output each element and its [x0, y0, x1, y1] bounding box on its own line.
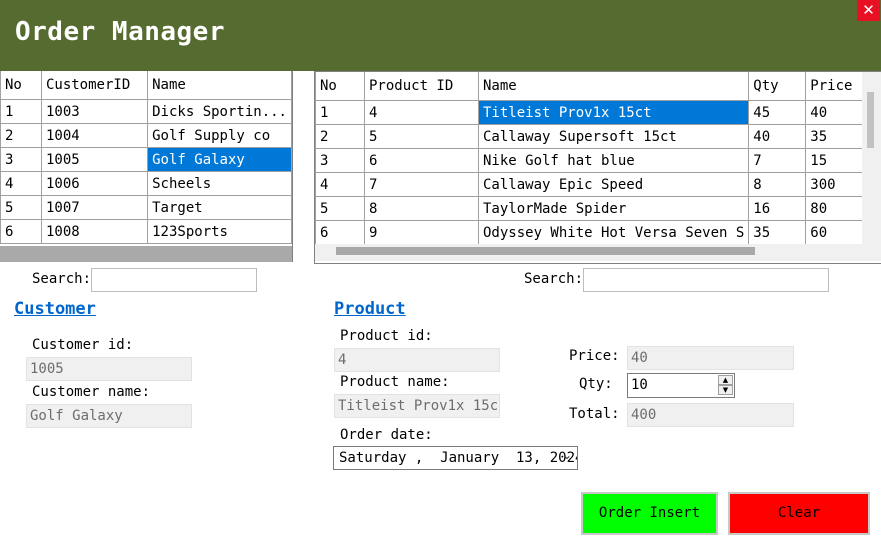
- customer-section-title[interactable]: Customer: [14, 299, 96, 319]
- cell-name[interactable]: Scheels: [147, 171, 292, 196]
- customer-grid-header: No CustomerID Name: [0, 71, 292, 100]
- cell-product-id[interactable]: 4: [364, 100, 479, 125]
- customer-id-label: Customer id:: [32, 337, 134, 353]
- table-row[interactable]: 4 1006 Scheels: [0, 171, 292, 196]
- product-name-field[interactable]: Titleist Prov1x 15ct: [334, 394, 500, 418]
- cell-customer-id[interactable]: 1003: [40, 99, 149, 124]
- table-row[interactable]: 6 1008 123Sports: [0, 219, 292, 244]
- cell-no[interactable]: 4: [0, 171, 42, 196]
- cell-no[interactable]: 4: [315, 172, 365, 197]
- cell-name-selected[interactable]: Golf Galaxy: [147, 147, 292, 172]
- cell-customer-id[interactable]: 1006: [40, 171, 149, 196]
- product-id-field[interactable]: 4: [334, 348, 500, 372]
- cell-product-id[interactable]: 8: [364, 196, 479, 221]
- qty-spin-buttons[interactable]: ▲ ▼: [718, 375, 733, 396]
- product-grid[interactable]: No Product ID Name Qty Price 1 4 Titleis…: [314, 71, 881, 264]
- customer-id-field[interactable]: 1005: [26, 357, 192, 381]
- table-row[interactable]: 2 5 Callaway Supersoft 15ct 40 35: [315, 124, 877, 149]
- product-grid-header: No Product ID Name Qty Price: [315, 72, 877, 101]
- cell-name[interactable]: Nike Golf hat blue: [477, 148, 750, 173]
- table-row[interactable]: 6 9 Odyssey White Hot Versa Seven S 35 6…: [315, 220, 877, 245]
- product-search-label: Search:: [524, 271, 584, 287]
- cell-no[interactable]: 2: [0, 123, 42, 148]
- column-header-product-id[interactable]: Product ID: [364, 72, 479, 101]
- cell-customer-id[interactable]: 1005: [40, 147, 149, 172]
- column-header-qty[interactable]: Qty: [748, 72, 807, 101]
- table-row[interactable]: 5 1007 Target: [0, 195, 292, 220]
- cell-no[interactable]: 3: [0, 147, 42, 172]
- cell-product-id[interactable]: 5: [364, 124, 479, 149]
- cell-qty[interactable]: 35: [748, 220, 807, 245]
- clear-button[interactable]: Clear: [728, 492, 870, 535]
- cell-no[interactable]: 6: [315, 220, 365, 245]
- cell-no[interactable]: 2: [315, 124, 365, 149]
- total-field[interactable]: 400: [627, 403, 794, 427]
- order-insert-button[interactable]: Order Insert: [581, 492, 718, 535]
- column-header-name[interactable]: Name: [147, 71, 292, 100]
- chevron-down-icon[interactable]: ⌄: [562, 448, 572, 462]
- table-row[interactable]: 3 6 Nike Golf hat blue 7 15: [315, 148, 877, 173]
- product-id-label: Product id:: [340, 328, 433, 344]
- cell-name[interactable]: 123Sports: [147, 219, 292, 244]
- price-field[interactable]: 40: [627, 346, 794, 370]
- cell-customer-id[interactable]: 1007: [40, 195, 149, 220]
- cell-no[interactable]: 1: [315, 100, 365, 125]
- cell-no[interactable]: 5: [0, 195, 42, 220]
- cell-name[interactable]: Golf Supply co: [147, 123, 292, 148]
- cell-no[interactable]: 6: [0, 219, 42, 244]
- cell-qty[interactable]: 45: [748, 100, 807, 125]
- cell-product-id[interactable]: 9: [364, 220, 479, 245]
- cell-name[interactable]: Odyssey White Hot Versa Seven S: [477, 220, 750, 245]
- cell-qty[interactable]: 7: [748, 148, 807, 173]
- spin-down-icon[interactable]: ▼: [718, 385, 733, 395]
- table-row[interactable]: 3 1005 Golf Galaxy: [0, 147, 292, 172]
- table-row[interactable]: 2 1004 Golf Supply co: [0, 123, 292, 148]
- customer-search-input[interactable]: [91, 268, 257, 292]
- column-header-name[interactable]: Name: [477, 72, 750, 101]
- product-search-input[interactable]: [583, 268, 829, 292]
- cell-qty[interactable]: 16: [748, 196, 807, 221]
- cell-name[interactable]: Dicks Sportin...: [147, 99, 292, 124]
- cell-name[interactable]: Callaway Supersoft 15ct: [477, 124, 750, 149]
- cell-qty[interactable]: 8: [748, 172, 807, 197]
- product-section-title[interactable]: Product: [334, 299, 406, 319]
- cell-name-selected[interactable]: Titleist Prov1x 15ct: [477, 100, 750, 125]
- cell-name[interactable]: Callaway Epic Speed: [477, 172, 750, 197]
- close-button[interactable]: ✕: [857, 0, 880, 21]
- cell-product-id[interactable]: 7: [364, 172, 479, 197]
- table-row[interactable]: 1 1003 Dicks Sportin...: [0, 99, 292, 124]
- order-date-label: Order date:: [340, 427, 433, 443]
- cell-customer-id[interactable]: 1004: [40, 123, 149, 148]
- spin-up-icon[interactable]: ▲: [718, 375, 733, 385]
- cell-no[interactable]: 1: [0, 99, 42, 124]
- window-title: Order Manager: [15, 17, 225, 47]
- customer-name-label: Customer name:: [32, 384, 151, 400]
- qty-label: Qty:: [579, 376, 613, 392]
- customer-grid-scrollbar[interactable]: [0, 246, 292, 262]
- cell-name[interactable]: Target: [147, 195, 292, 220]
- cell-no[interactable]: 3: [315, 148, 365, 173]
- price-label: Price:: [569, 348, 620, 364]
- cell-customer-id[interactable]: 1008: [40, 219, 149, 244]
- column-header-no[interactable]: No: [0, 71, 42, 100]
- table-row[interactable]: 1 4 Titleist Prov1x 15ct 45 40: [315, 100, 877, 125]
- customer-search-label: Search:: [32, 271, 92, 287]
- customer-name-field[interactable]: Golf Galaxy: [26, 404, 192, 428]
- cell-product-id[interactable]: 6: [364, 148, 479, 173]
- product-name-label: Product name:: [340, 374, 450, 390]
- column-header-no[interactable]: No: [315, 72, 365, 101]
- total-label: Total:: [569, 406, 620, 422]
- order-date-picker[interactable]: Saturday , January 13, 2024: [333, 446, 578, 470]
- table-row[interactable]: 4 7 Callaway Epic Speed 8 300: [315, 172, 877, 197]
- close-icon: ✕: [862, 1, 875, 19]
- cell-name[interactable]: TaylorMade Spider: [477, 196, 750, 221]
- cell-no[interactable]: 5: [315, 196, 365, 221]
- product-grid-horizontal-scroll-thumb[interactable]: [336, 247, 755, 255]
- column-header-customer-id[interactable]: CustomerID: [40, 71, 149, 100]
- customer-grid[interactable]: No CustomerID Name 1 1003 Dicks Sportin.…: [0, 71, 293, 262]
- cell-qty[interactable]: 40: [748, 124, 807, 149]
- table-row[interactable]: 5 8 TaylorMade Spider 16 80: [315, 196, 877, 221]
- product-grid-vertical-scroll-thumb[interactable]: [867, 92, 874, 148]
